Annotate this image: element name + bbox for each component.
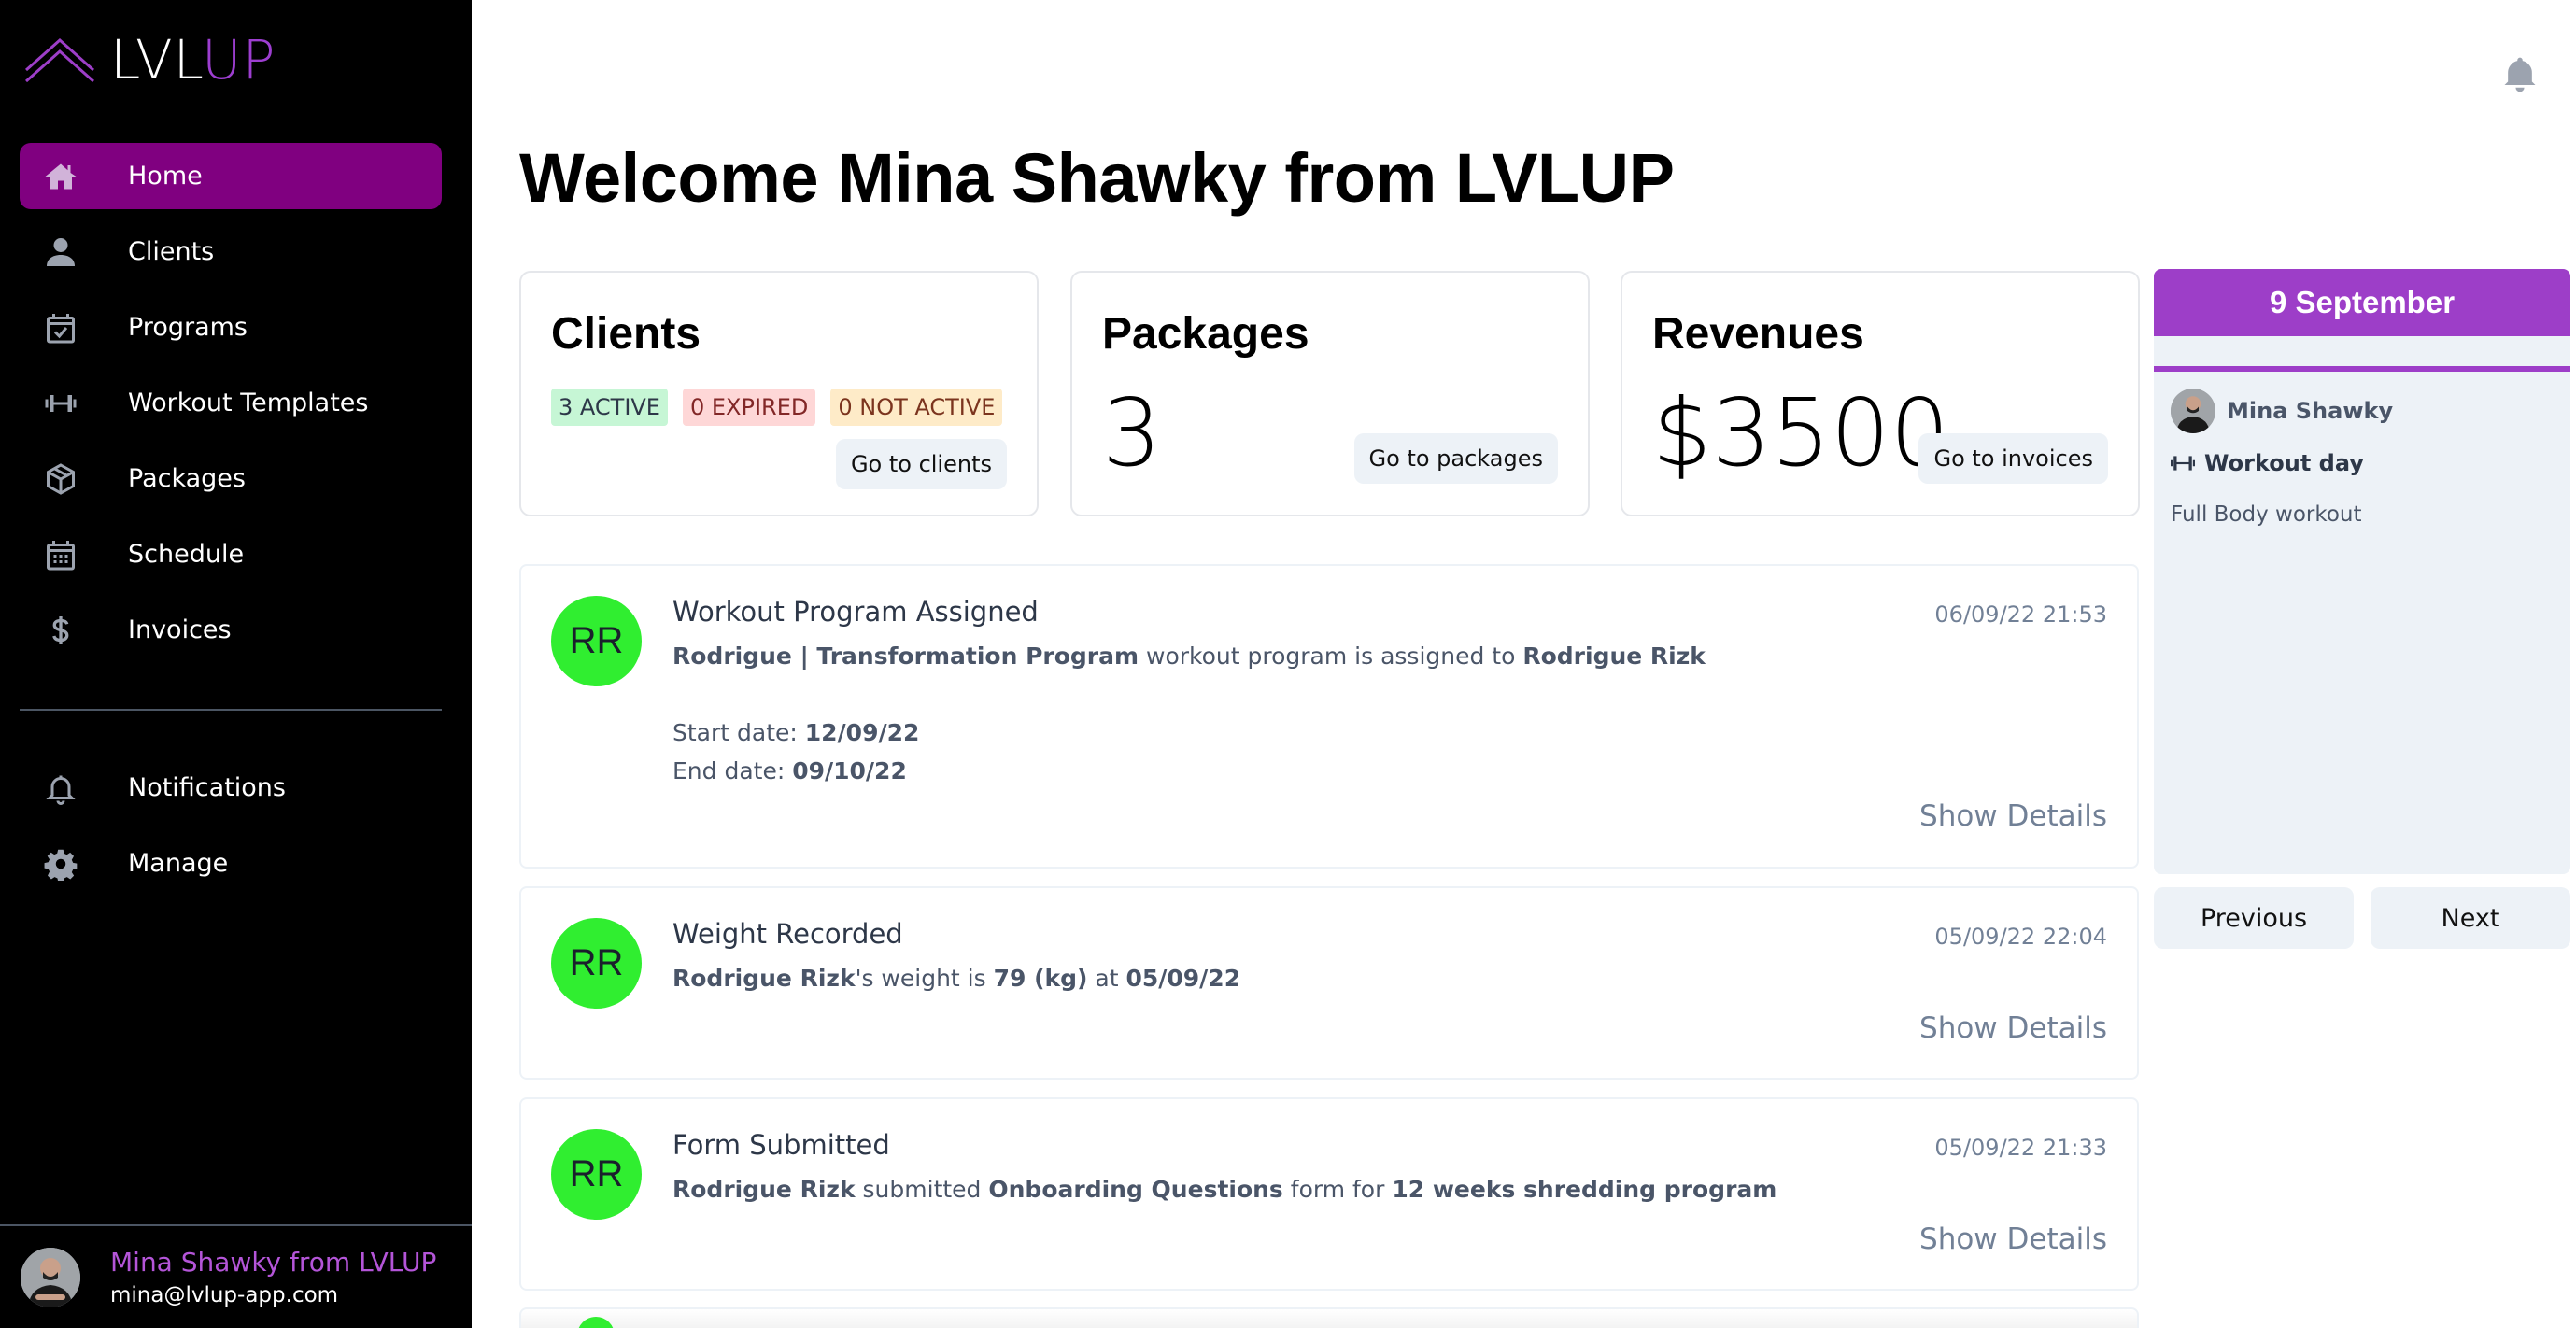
sidebar-item-label: Clients [128, 237, 215, 266]
calendar-event[interactable]: Workout day [2171, 450, 2364, 476]
feed-item-text: Rodrigue Rizk submitted Onboarding Quest… [672, 1176, 1777, 1203]
show-details-link[interactable]: Show Details [1919, 1011, 2107, 1045]
calendar-event-description: Full Body workout [2171, 502, 2362, 527]
feed-item-title: Form Submitted [672, 1129, 890, 1161]
calendar-day-panel: Mina Shawky Workout day Full Body workou… [2154, 336, 2570, 874]
program-end-date: End date: 09/10/22 [672, 757, 907, 784]
sidebar-item-schedule[interactable]: Schedule [20, 521, 442, 587]
go-to-packages-button[interactable]: Go to packages [1353, 433, 1558, 484]
gear-icon [42, 845, 79, 883]
user-icon [42, 233, 79, 271]
client-initials-avatar [577, 1317, 615, 1328]
dumbbell-icon [2171, 456, 2195, 471]
feed-item-timestamp: 06/09/22 21:53 [1934, 601, 2107, 628]
page-title: Welcome Mina Shawky from LVLUP [519, 139, 1675, 217]
avatar [21, 1247, 80, 1307]
sidebar-item-manage[interactable]: Manage [20, 830, 442, 897]
feed-item: RR Weight Recorded 05/09/22 22:04 Rodrig… [519, 886, 2139, 1080]
revenues-card-title: Revenues [1652, 309, 1864, 359]
go-to-clients-button[interactable]: Go to clients [835, 439, 1007, 489]
sidebar-item-workout-templates[interactable]: Workout Templates [20, 370, 442, 436]
revenues-card: Revenues $3500 Go to invoices [1621, 271, 2140, 516]
user-profile[interactable]: Mina Shawky from LVLUP mina@lvlup-app.co… [0, 1224, 472, 1328]
sidebar-item-programs[interactable]: Programs [20, 294, 442, 360]
sidebar-item-label: Schedule [128, 540, 245, 569]
logo-chevron-icon [25, 37, 94, 83]
sidebar-item-label: Invoices [128, 615, 232, 644]
avatar [2171, 389, 2215, 433]
show-details-link[interactable]: Show Details [1919, 1222, 2107, 1256]
client-initials-avatar: RR [551, 1129, 642, 1220]
packages-card: Packages 3 Go to packages [1070, 271, 1590, 516]
bell-icon [42, 770, 79, 807]
sidebar-item-label: Home [128, 162, 203, 191]
sidebar-item-label: Workout Templates [128, 389, 369, 417]
previous-day-button[interactable]: Previous [2154, 887, 2354, 949]
sidebar-item-notifications[interactable]: Notifications [20, 755, 442, 821]
client-initials-avatar: RR [551, 918, 642, 1009]
client-status-badges: 3 ACTIVE 0 EXPIRED 0 NOT ACTIVE [551, 389, 1003, 426]
clients-card-title: Clients [551, 309, 701, 359]
dollar-icon [42, 612, 79, 649]
go-to-invoices-button[interactable]: Go to invoices [1918, 433, 2108, 484]
dumbbell-icon [42, 385, 79, 422]
feed-item-title: Workout Program Assigned [672, 596, 1039, 628]
sidebar-item-label: Packages [128, 464, 246, 493]
feed-item-timestamp: 05/09/22 22:04 [1934, 924, 2107, 950]
sidebar-item-label: Manage [128, 849, 229, 878]
clients-card: Clients 3 ACTIVE 0 EXPIRED 0 NOT ACTIVE … [519, 271, 1039, 516]
calendar-event-title: Workout day [2204, 450, 2364, 476]
calendar-check-icon [42, 309, 79, 346]
expired-badge: 0 EXPIRED [682, 389, 816, 426]
sidebar-item-invoices[interactable]: Invoices [20, 597, 442, 663]
feed-item-timestamp: 05/09/22 21:33 [1934, 1135, 2107, 1161]
sidebar: LVLUP Home Clients Programs Workout Temp… [0, 0, 472, 1328]
calendar-date-header: 9 September [2154, 269, 2570, 336]
sidebar-divider [20, 709, 442, 711]
packages-count: 3 [1102, 378, 1162, 487]
main-nav: Home Clients Programs Workout Templates … [20, 143, 442, 672]
calendar-icon [42, 536, 79, 573]
calendar-event-user[interactable]: Mina Shawky [2171, 389, 2393, 433]
sidebar-item-label: Programs [128, 313, 248, 342]
home-icon [42, 158, 79, 195]
next-day-button[interactable]: Next [2371, 887, 2570, 949]
logo-text: LVLUP [110, 28, 276, 92]
feed-item-partial [519, 1307, 2139, 1328]
user-email: mina@lvlup-app.com [110, 1282, 339, 1307]
program-start-date: Start date: 12/09/22 [672, 719, 920, 746]
notifications-bell-icon[interactable] [2499, 54, 2541, 95]
sidebar-item-clients[interactable]: Clients [20, 219, 442, 285]
sidebar-item-label: Notifications [128, 773, 286, 802]
feed-item-text: Rodrigue | Transformation Program workou… [672, 643, 1706, 670]
show-details-link[interactable]: Show Details [1919, 799, 2107, 833]
active-badge: 3 ACTIVE [551, 389, 668, 426]
sidebar-item-home[interactable]: Home [20, 143, 442, 209]
user-name: Mina Shawky from LVLUP [110, 1246, 437, 1278]
feed-item: RR Workout Program Assigned 06/09/22 21:… [519, 564, 2139, 869]
box-icon [42, 460, 79, 498]
feed-item-title: Weight Recorded [672, 918, 903, 950]
secondary-nav: Notifications Manage [20, 755, 442, 906]
feed-item-text: Rodrigue Rizk's weight is 79 (kg) at 05/… [672, 965, 1241, 992]
not-active-badge: 0 NOT ACTIVE [830, 389, 1003, 426]
packages-card-title: Packages [1102, 309, 1309, 359]
client-initials-avatar: RR [551, 596, 642, 686]
calendar-event-bar [2154, 366, 2570, 372]
revenues-amount: $3500 [1652, 378, 1950, 487]
sidebar-item-packages[interactable]: Packages [20, 445, 442, 512]
calendar-user-name: Mina Shawky [2227, 398, 2394, 424]
feed-item: RR Form Submitted 05/09/22 21:33 Rodrigu… [519, 1097, 2139, 1291]
logo[interactable]: LVLUP [24, 32, 276, 88]
